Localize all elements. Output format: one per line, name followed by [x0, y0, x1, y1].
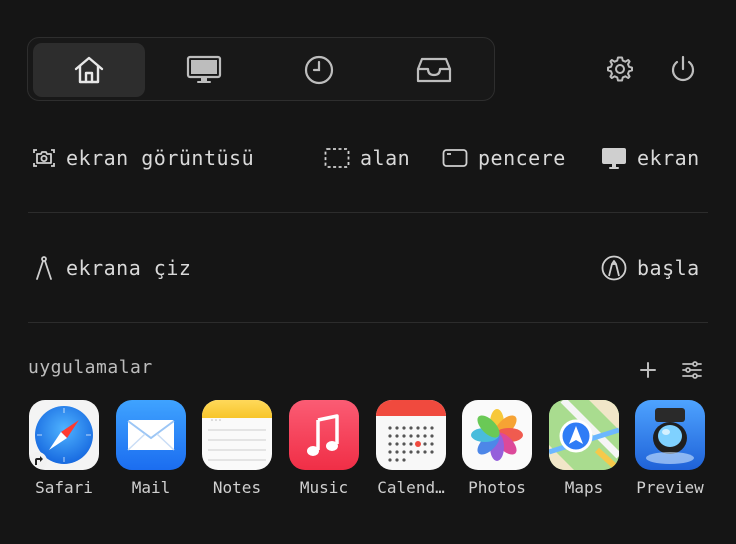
sliders-icon [682, 361, 702, 379]
tab-bar [27, 37, 495, 101]
photos-icon [462, 400, 532, 470]
home-icon [74, 56, 104, 84]
app-name: Mail [131, 478, 171, 497]
screenshot-label: ekran görüntüsü [66, 146, 255, 170]
tab-inbox[interactable] [378, 43, 490, 97]
compass-icon [36, 256, 52, 280]
maps-icon [549, 400, 619, 470]
camera-icon [33, 149, 55, 167]
app-mail[interactable]: Mail [115, 400, 187, 497]
mail-icon [116, 400, 186, 470]
settings-button[interactable] [604, 53, 636, 85]
draw-section: ekrana çiz [32, 254, 191, 282]
music-icon [289, 400, 359, 470]
divider [28, 322, 708, 323]
app-name: Photos [468, 478, 526, 497]
app-name: Safari [35, 478, 93, 497]
app-calendar[interactable]: Calend… [375, 400, 447, 497]
preview-icon [635, 400, 705, 470]
add-app-button[interactable] [632, 354, 664, 386]
tray-icon [416, 57, 452, 83]
capture-screen-button[interactable]: ekran [601, 144, 700, 172]
draw-start-label: başla [637, 256, 700, 280]
app-name: Maps [564, 478, 604, 497]
tab-history[interactable] [263, 43, 375, 97]
app-name: Calend… [377, 478, 445, 497]
tab-home[interactable] [33, 43, 145, 97]
app-name: Notes [212, 478, 262, 497]
app-safari[interactable]: Safari [28, 400, 100, 497]
app-settings-button[interactable] [676, 354, 708, 386]
app-name: Preview [636, 478, 704, 497]
app-photos[interactable]: Photos [461, 400, 533, 497]
screenshot-section: ekran görüntüsü [32, 144, 254, 172]
capture-area-label: alan [360, 146, 411, 170]
display-icon [186, 55, 222, 83]
app-notes[interactable]: Notes [201, 400, 273, 497]
dashed-rect-icon [324, 148, 350, 168]
draw-start-button[interactable]: başla [601, 254, 700, 282]
app-music[interactable]: Music [288, 400, 360, 497]
pen-circle-icon [601, 255, 627, 281]
window-icon [442, 149, 468, 167]
alias-arrow-icon [29, 452, 47, 470]
notes-icon [202, 400, 272, 470]
power-button[interactable] [667, 53, 699, 85]
clock-icon [304, 55, 334, 85]
safari-icon [29, 400, 99, 470]
app-preview[interactable]: Preview [634, 400, 706, 497]
capture-area-button[interactable]: alan [324, 144, 410, 172]
app-maps[interactable]: Maps [548, 400, 620, 497]
apps-section-title: uygulamalar [28, 357, 153, 378]
monitor-icon [602, 148, 626, 169]
gear-icon [607, 56, 633, 82]
draw-label: ekrana çiz [66, 256, 192, 280]
calendar-icon [376, 400, 446, 470]
power-icon [671, 55, 695, 82]
tab-display[interactable] [148, 43, 260, 97]
plus-icon [640, 362, 656, 378]
capture-window-label: pencere [478, 146, 566, 170]
capture-screen-label: ekran [637, 146, 700, 170]
divider [28, 212, 708, 213]
capture-window-button[interactable]: pencere [442, 144, 566, 172]
app-name: Music [299, 478, 349, 497]
